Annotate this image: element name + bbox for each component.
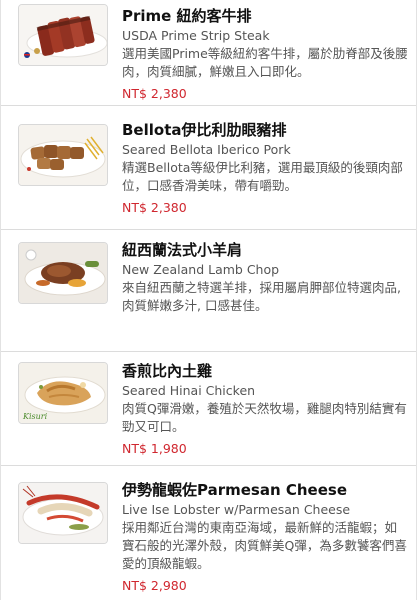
menu-list: Prime 紐約客牛排 USDA Prime Strip Steak 選用美國P… (0, 0, 417, 600)
item-title: 香煎比內土雞 (122, 362, 213, 380)
item-title: 紐西蘭法式小羊肩 (122, 241, 243, 259)
lamb-photo (18, 242, 108, 304)
item-subtitle: New Zealand Lamb Chop (122, 262, 280, 277)
item-description: 精選Bellota等級伊比利豬，選用最頂級的後頸肉部位，口感香滑美味，帶有嚼勁。 (122, 160, 403, 193)
item-subtitle: Live Ise Lobster w/Parmesan Cheese (122, 502, 351, 517)
menu-item-steak[interactable]: Prime 紐約客牛排 USDA Prime Strip Steak 選用美國P… (1, 0, 416, 106)
menu-item-lamb[interactable]: 紐西蘭法式小羊肩 New Zealand Lamb Chop 來自紐西蘭之特選羊… (1, 230, 416, 352)
item-title: Prime 紐約客牛排 (122, 7, 252, 25)
menu-item-lobster[interactable]: 伊勢龍蝦佐Parmesan Cheese Live Ise Lobster w/… (1, 466, 416, 606)
item-subtitle: Seared Bellota Iberico Pork (122, 142, 291, 157)
item-description: 肉質Q彈滑嫩，養殖於天然牧場，雞腿肉特別結實有勁又可口。 (122, 401, 407, 434)
menu-item-pork[interactable]: Bellota伊比利肋眼豬排 Seared Bellota Iberico Po… (1, 106, 416, 230)
brand-watermark: Kisuri (22, 412, 48, 421)
item-price: NT$ 2,380 (122, 200, 187, 215)
menu-item-chicken[interactable]: Kisuri 香煎比內土雞 Seared Hinai Chicken 肉質Q彈滑… (1, 352, 416, 466)
pork-photo (18, 124, 108, 186)
item-price: NT$ 2,380 (122, 86, 187, 101)
item-subtitle: USDA Prime Strip Steak (122, 28, 270, 43)
item-title: 伊勢龍蝦佐Parmesan Cheese (122, 481, 348, 499)
item-description: 選用美國Prime等級紐約客牛排，屬於肋脊部及後腰肉，肉質細膩，鮮嫩且入口即化。 (122, 46, 408, 79)
chicken-photo: Kisuri (18, 362, 108, 424)
item-price: NT$ 2,980 (122, 578, 187, 593)
item-description: 採用鄰近台灣的東南亞海域，最新鮮的活龍蝦；如寶石般的光澤外殼，肉質鮮美Q彈，為多… (122, 520, 407, 571)
item-description: 來自紐西蘭之特選羊排，採用屬肩胛部位特選肉品,肉質鮮嫩多汁, 口感甚佳。 (122, 280, 401, 313)
item-price: NT$ 1,980 (122, 441, 187, 456)
steak-photo (18, 4, 108, 66)
lobster-photo (18, 482, 108, 544)
item-subtitle: Seared Hinai Chicken (122, 383, 256, 398)
item-title: Bellota伊比利肋眼豬排 (122, 121, 287, 139)
